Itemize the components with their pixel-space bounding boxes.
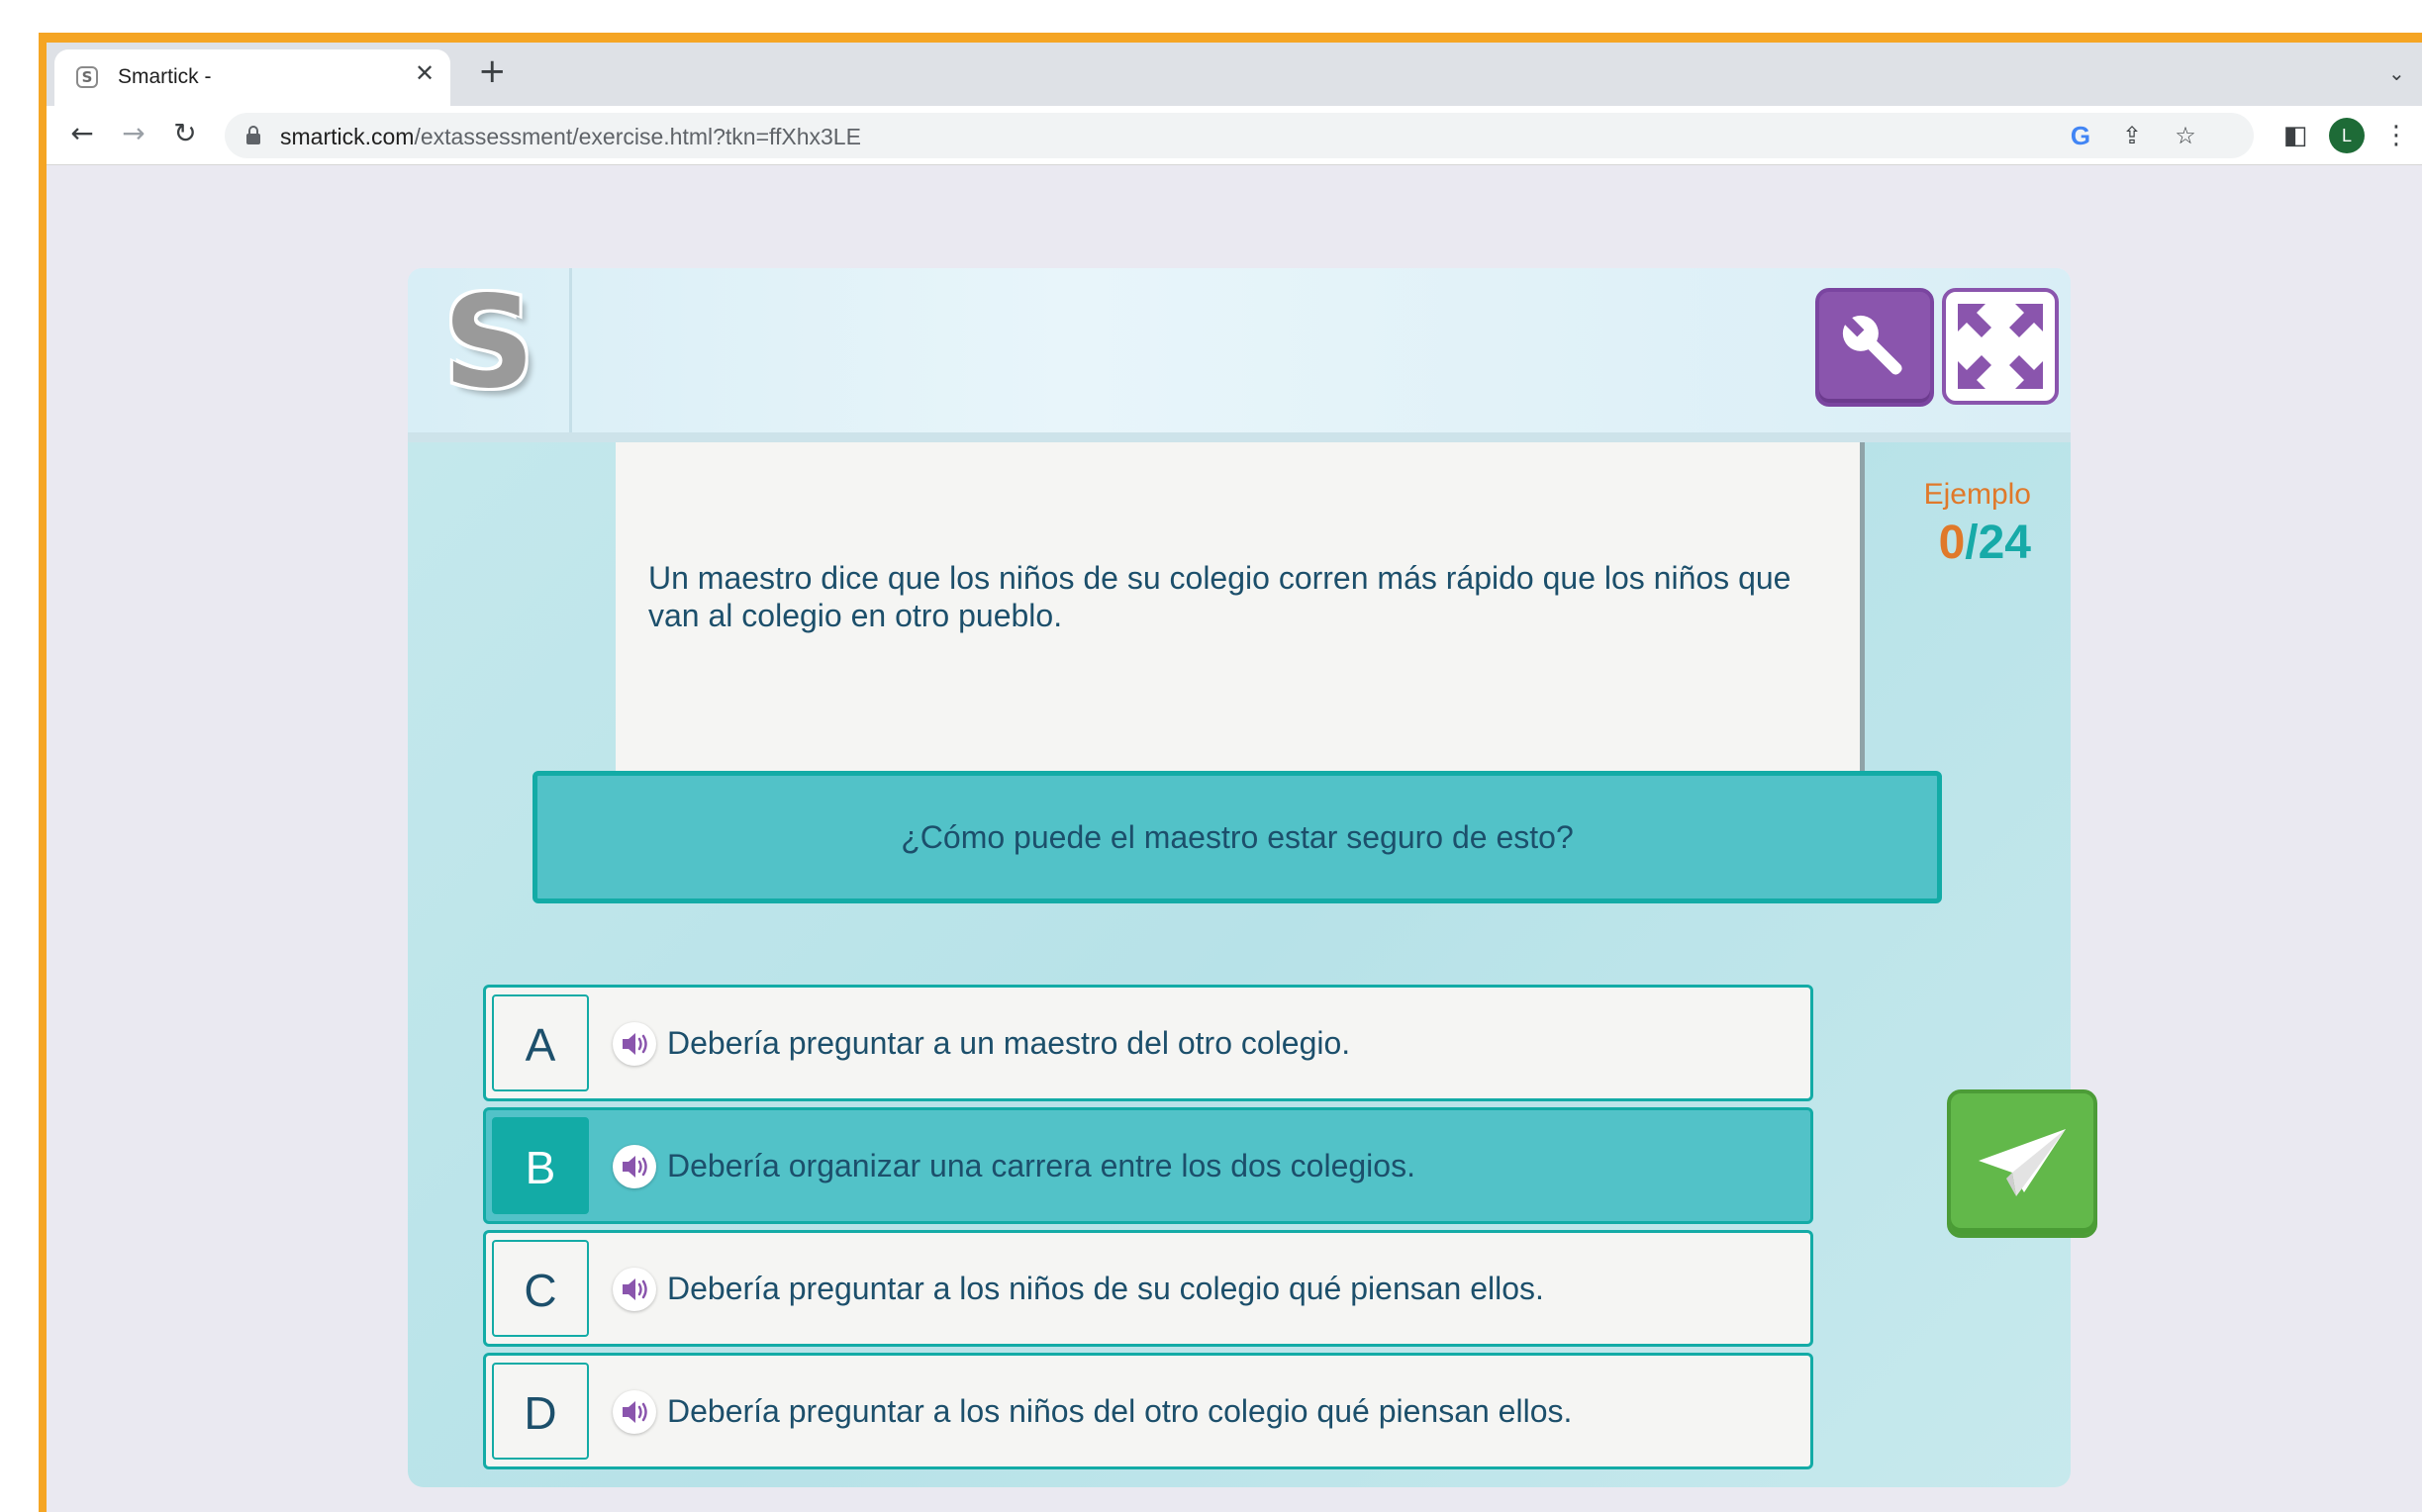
answer-option-d[interactable]: D Debería preguntar a los niños del otro… [483, 1353, 1813, 1469]
logo-column: S [408, 268, 572, 432]
browser-toolbar: ← → ↻ smartick.com/extassessment/exercis… [47, 106, 2422, 165]
expand-arrows-icon [1958, 304, 2043, 389]
profile-avatar[interactable]: L [2329, 118, 2365, 153]
browser-menu-icon[interactable]: ⋮ [2378, 118, 2414, 153]
reading-card: Un maestro dice que los niños de su cole… [616, 442, 1865, 779]
url-text[interactable]: smartick.com/extassessment/exercise.html… [280, 124, 861, 150]
url-path: /extassessment/exercise.html?tkn=ffXhx3L… [414, 124, 861, 149]
submit-answer-button[interactable] [1947, 1089, 2097, 1238]
url-host: smartick.com [280, 124, 415, 149]
speaker-icon[interactable] [613, 1268, 656, 1311]
counter-separator: / [1965, 517, 1979, 569]
exercise-header: S [408, 268, 2071, 442]
tools-button[interactable] [1815, 288, 1934, 407]
answer-option-c[interactable]: C Debería preguntar a los niños de su co… [483, 1230, 1813, 1347]
close-tab-icon[interactable]: ✕ [415, 59, 435, 87]
exercise-app: S Un maestro dice que los niños de su co… [408, 268, 2097, 1487]
option-letter: D [492, 1363, 589, 1460]
option-text: Debería preguntar a un maestro del otro … [667, 1025, 1351, 1061]
lock-icon[interactable] [246, 126, 260, 144]
smartick-logo: S [442, 269, 535, 417]
bookmark-star-icon[interactable]: ☆ [2171, 121, 2200, 150]
option-letter: C [492, 1240, 589, 1337]
reading-text: Un maestro dice que los niños de su cole… [648, 560, 1792, 633]
speaker-icon[interactable] [613, 1022, 656, 1066]
speaker-icon[interactable] [613, 1390, 656, 1434]
google-lens-icon[interactable]: G [2066, 121, 2095, 150]
answer-option-b[interactable]: B Debería organizar una carrera entre lo… [483, 1107, 1813, 1224]
forward-button[interactable]: → [114, 114, 153, 153]
browser-window: S Smartick - ✕ + ⌄ ← → ↻ smartick.com/ex… [47, 43, 2422, 1512]
tab-search-chevron-icon[interactable]: ⌄ [2388, 61, 2405, 85]
reload-button[interactable]: ↻ [165, 114, 205, 153]
address-bar[interactable]: smartick.com/extassessment/exercise.html… [225, 113, 2254, 158]
option-text: Debería organizar una carrera entre los … [667, 1148, 1415, 1183]
exercise-counter: 0/24 [1873, 516, 2031, 570]
side-panel-icon[interactable]: ◧ [2277, 118, 2313, 153]
tab-title: Smartick - [118, 65, 212, 88]
tab-smartick[interactable]: S Smartick - ✕ [54, 49, 450, 106]
speaker-icon[interactable] [613, 1145, 656, 1188]
option-text: Debería preguntar a los niños del otro c… [667, 1393, 1573, 1429]
answer-option-a[interactable]: A Debería preguntar a un maestro del otr… [483, 985, 1813, 1101]
question-text: ¿Cómo puede el maestro estar seguro de e… [901, 819, 1574, 855]
question-box: ¿Cómo puede el maestro estar seguro de e… [533, 771, 1942, 903]
back-button[interactable]: ← [62, 114, 102, 153]
new-tab-button[interactable]: + [478, 54, 507, 88]
tab-strip: S Smartick - ✕ + ⌄ [47, 43, 2422, 106]
counter-current: 0 [1938, 517, 1966, 569]
counter-total: 24 [1978, 517, 2031, 569]
counter-label: Ejemplo [1923, 478, 2031, 511]
smartick-favicon-icon: S [76, 66, 98, 88]
option-letter: B [492, 1117, 589, 1214]
share-icon[interactable]: ⇪ [2117, 121, 2147, 150]
wrench-icon [1841, 314, 1902, 375]
paper-plane-icon [1979, 1129, 2066, 1196]
fullscreen-button[interactable] [1942, 288, 2059, 405]
option-text: Debería preguntar a los niños de su cole… [667, 1271, 1544, 1306]
exercise-body: Un maestro dice que los niños de su cole… [408, 442, 2071, 1487]
option-letter: A [492, 994, 589, 1091]
